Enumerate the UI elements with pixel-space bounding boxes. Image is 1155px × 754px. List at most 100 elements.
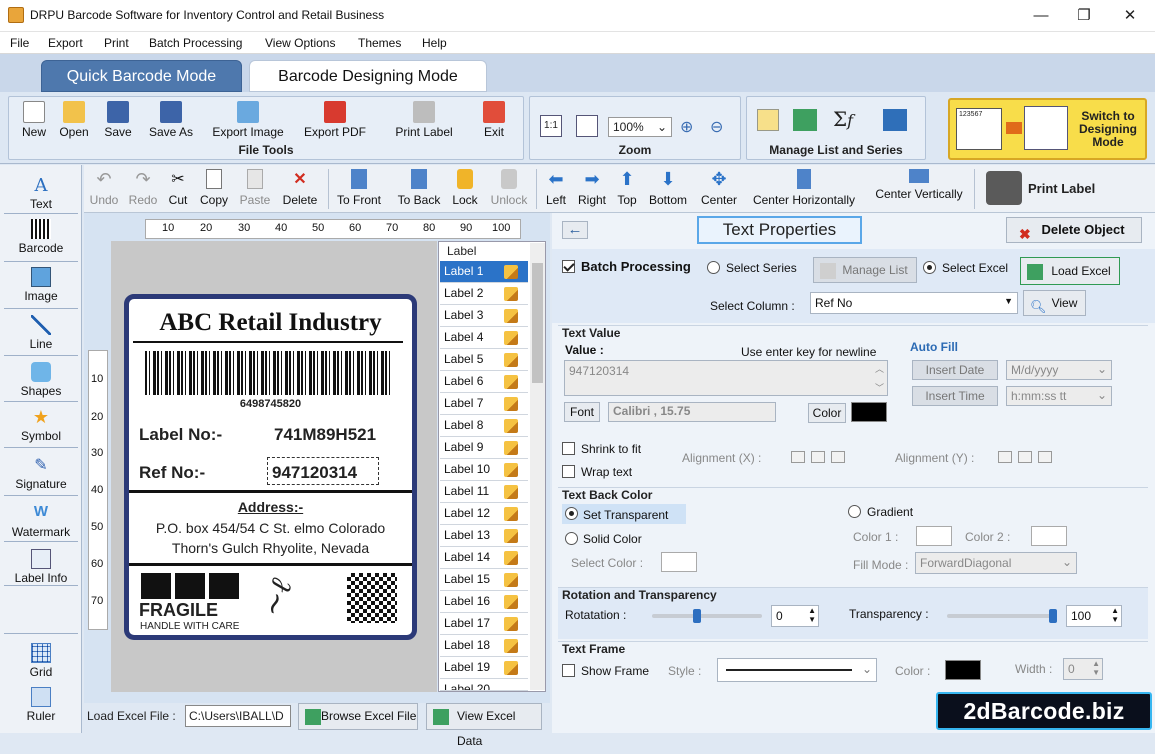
gradient-color2-swatch[interactable]	[1031, 526, 1067, 546]
to-back-button[interactable]: To Back	[394, 169, 444, 207]
zoom-select[interactable]: 100% ⌄	[608, 117, 672, 137]
formula-icon[interactable]: Σf	[833, 107, 853, 131]
insert-time-button[interactable]: Insert Time	[912, 386, 998, 406]
menu-themes[interactable]: Themes	[358, 36, 401, 50]
spinner-icon[interactable]: ▲ ▼	[1111, 606, 1119, 624]
undo-button[interactable]: ↶ Undo	[88, 169, 120, 207]
batch-processing-checkbox[interactable]	[562, 260, 575, 273]
label-list-item[interactable]: Label 5	[440, 349, 528, 371]
watermark-tool[interactable]: W Watermark	[4, 503, 78, 539]
center-button[interactable]: ✥ Center	[698, 169, 740, 207]
paste-button[interactable]: Paste	[238, 169, 272, 207]
menu-export[interactable]: Export	[48, 36, 83, 50]
print-label-ribbon-button[interactable]: Print Label	[389, 101, 459, 139]
set-transparent-radio[interactable]	[565, 507, 578, 520]
address-title[interactable]: Address:-	[129, 499, 412, 515]
fill-mode-dropdown[interactable]: ForwardDiagonal ⌄	[915, 552, 1077, 574]
label-list-item[interactable]: Label 9	[440, 437, 528, 459]
align-right-button[interactable]: ➡ Right	[576, 169, 608, 207]
open-button[interactable]: Open	[57, 101, 91, 139]
delete-object-button[interactable]: ✖ Delete Object	[1006, 217, 1142, 243]
label-list-item[interactable]: Label 4	[440, 327, 528, 349]
signature-image[interactable]: ~ℓ	[254, 572, 324, 630]
barcode-tool[interactable]: Barcode	[4, 219, 78, 255]
align-y-top-icon[interactable]	[998, 451, 1012, 463]
label-no-caption[interactable]: Label No:-	[139, 425, 222, 445]
scrollbar-thumb[interactable]	[532, 263, 543, 383]
pencil-icon[interactable]	[504, 485, 518, 499]
pencil-icon[interactable]	[504, 463, 518, 477]
pencil-icon[interactable]	[504, 595, 518, 609]
print-label-button[interactable]: Print Label	[984, 171, 1104, 207]
select-column-dropdown[interactable]: Ref No ▼	[810, 292, 1018, 314]
excel-icon[interactable]	[793, 109, 817, 131]
pencil-icon[interactable]	[504, 529, 518, 543]
export-image-button[interactable]: Export Image	[207, 101, 289, 139]
frame-width-input[interactable]: 0 ▲ ▼	[1063, 658, 1103, 680]
redo-button[interactable]: ↷ Redo	[126, 169, 160, 207]
transparency-input[interactable]: 100 ▲ ▼	[1066, 605, 1122, 627]
minimize-button[interactable]: —	[1030, 6, 1052, 26]
spinner-icon[interactable]: ▲ ▼	[808, 606, 816, 624]
align-left-button[interactable]: ⬅ Left	[542, 169, 570, 207]
pencil-icon[interactable]	[504, 287, 518, 301]
maximize-button[interactable]: ❐	[1073, 6, 1095, 26]
pencil-icon[interactable]	[504, 507, 518, 521]
select-series-radio[interactable]	[707, 261, 720, 274]
cut-button[interactable]: ✂ Cut	[166, 169, 190, 207]
new-button[interactable]: New	[17, 101, 51, 139]
exit-button[interactable]: Exit	[477, 101, 511, 139]
pencil-icon[interactable]	[504, 309, 518, 323]
shrink-to-fit-checkbox[interactable]	[562, 442, 575, 455]
show-frame-checkbox[interactable]	[562, 664, 575, 677]
label-list-item[interactable]: Label 8	[440, 415, 528, 437]
save-button[interactable]: Save	[101, 101, 135, 139]
label-list-item[interactable]: Label 7	[440, 393, 528, 415]
qr-code-graphic[interactable]	[347, 573, 397, 623]
load-excel-button[interactable]: Load Excel	[1020, 257, 1120, 285]
pencil-icon[interactable]	[504, 639, 518, 653]
select-color-swatch[interactable]	[661, 552, 697, 572]
label-info-tool[interactable]: Label Info	[4, 549, 78, 585]
actual-size-icon[interactable]: 1:1	[540, 115, 562, 137]
ruler-tool[interactable]: Ruler	[4, 687, 78, 723]
edit-list-icon[interactable]	[757, 109, 779, 131]
label-list-scrollbar[interactable]	[530, 243, 545, 690]
zoom-in-icon[interactable]: ⊕	[680, 117, 693, 137]
pencil-icon[interactable]	[504, 331, 518, 345]
unlock-button[interactable]: Unlock	[488, 169, 530, 207]
shapes-tool[interactable]: Shapes	[4, 362, 78, 398]
label-list-item[interactable]: Label 1	[440, 261, 528, 283]
menu-file[interactable]: File	[10, 36, 29, 50]
menu-print[interactable]: Print	[104, 36, 129, 50]
signature-tool[interactable]: ✎ Signature	[4, 455, 78, 491]
text-color-button[interactable]: Color	[808, 403, 846, 423]
align-y-bottom-icon[interactable]	[1038, 451, 1052, 463]
ref-no-caption[interactable]: Ref No:-	[139, 463, 205, 483]
align-top-button[interactable]: ⬆ Top	[614, 169, 640, 207]
handle-with-care-text[interactable]: HANDLE WITH CARE	[140, 621, 239, 632]
frame-style-dropdown[interactable]: ⌄	[717, 658, 877, 682]
symbol-tool[interactable]: ★ Symbol	[4, 407, 78, 443]
browse-excel-button[interactable]: Browse Excel File	[298, 703, 418, 730]
close-button[interactable]: ✕	[1119, 6, 1141, 26]
wrap-text-checkbox[interactable]	[562, 465, 575, 478]
barcode-number[interactable]: 6498745820	[129, 398, 412, 410]
pencil-icon[interactable]	[504, 551, 518, 565]
pencil-icon[interactable]	[504, 441, 518, 455]
manage-list-button[interactable]: Manage List	[813, 257, 917, 283]
fragile-symbols-icon[interactable]	[141, 573, 241, 599]
label-list-item[interactable]: Label 16	[440, 591, 528, 613]
pencil-icon[interactable]	[504, 353, 518, 367]
transparency-slider-thumb[interactable]	[1049, 609, 1057, 623]
rotation-slider-thumb[interactable]	[693, 609, 701, 623]
label-list-item[interactable]: Label 15	[440, 569, 528, 591]
menu-help[interactable]: Help	[422, 36, 447, 50]
tab-barcode-designing-mode[interactable]: Barcode Designing Mode	[249, 60, 487, 92]
pencil-icon[interactable]	[504, 397, 518, 411]
gradient-color1-swatch[interactable]	[916, 526, 952, 546]
transparency-slider[interactable]	[947, 609, 1057, 623]
menu-batch-processing[interactable]: Batch Processing	[149, 36, 242, 50]
barcode-graphic[interactable]	[145, 351, 391, 395]
pencil-icon[interactable]	[504, 661, 518, 675]
